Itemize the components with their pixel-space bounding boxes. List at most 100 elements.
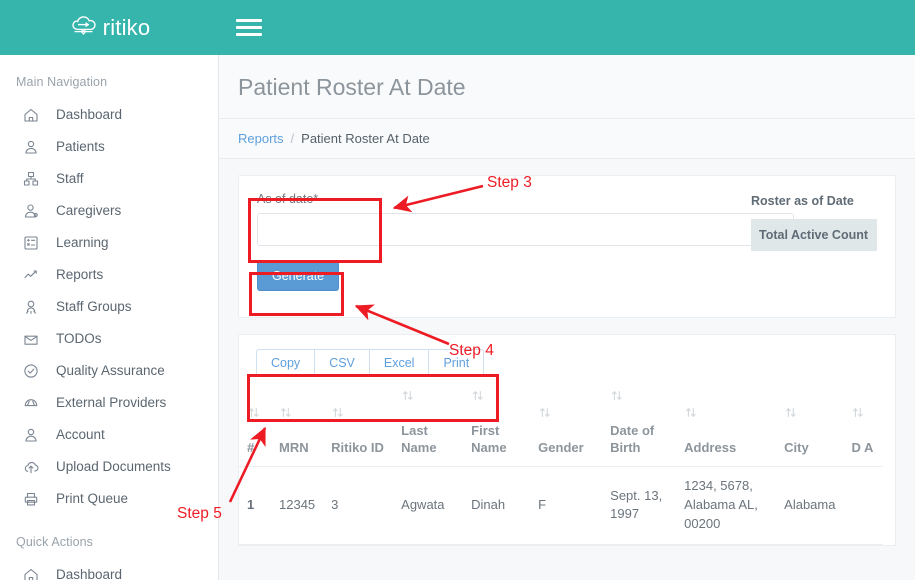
home-icon <box>22 566 44 580</box>
trend-line-icon <box>22 266 44 284</box>
table-column-header[interactable]: Last Name <box>393 387 463 466</box>
sort-updown-icon <box>401 389 455 403</box>
sidebar-item-label: Caregivers <box>56 204 121 218</box>
sort-updown-icon <box>538 406 594 420</box>
table-column-header[interactable]: City <box>776 387 843 466</box>
home-icon <box>22 106 44 124</box>
breadcrumb-separator: / <box>291 131 295 146</box>
export-button-excel[interactable]: Excel <box>369 349 429 377</box>
table-cell-last <box>843 467 883 545</box>
export-button-print[interactable]: Print <box>428 349 484 377</box>
table-column-header[interactable]: Address <box>676 387 776 466</box>
table-column-label: City <box>784 440 809 455</box>
sidebar-item-label: Dashboard <box>56 108 122 122</box>
sidebar-item-dashboard[interactable]: Dashboard <box>0 99 218 131</box>
table-column-label: Last Name <box>401 423 436 455</box>
table-column-header[interactable]: Gender <box>530 387 602 466</box>
table-cell-last-name: Agwata <box>393 467 463 545</box>
as-of-date-input[interactable] <box>257 213 794 246</box>
inbox-icon <box>22 330 44 348</box>
top-navigation-bar: ritiko <box>0 0 915 55</box>
filter-form: As of date* Generate <box>257 192 737 291</box>
sidebar-item-todos[interactable]: TODOs <box>0 323 218 355</box>
table-column-label: D A <box>851 440 873 455</box>
roster-summary-title: Roster as of Date <box>751 194 877 208</box>
table-column-header[interactable]: # <box>239 387 271 466</box>
sidebar-item-label: Dashboard <box>56 568 122 580</box>
sidebar-item-account[interactable]: Account <box>0 419 218 451</box>
table-column-label: Date of Birth <box>610 423 654 455</box>
hamburger-line <box>236 33 262 36</box>
sidebar-main-list: Dashboard PatientsStaff Caregivers Learning… <box>0 99 218 515</box>
hamburger-line <box>236 19 262 22</box>
export-button-copy[interactable]: Copy <box>256 349 314 377</box>
sidebar-item-print-queue[interactable]: Print Queue <box>0 483 218 515</box>
sidebar-quick-list: DashboardLogout <box>0 559 218 580</box>
breadcrumb-current: Patient Roster At Date <box>301 131 430 146</box>
page-title: Patient Roster At Date <box>238 75 896 100</box>
application-root: ritiko Main Navigation Dashboard Patients… <box>0 0 915 580</box>
table-column-header[interactable]: Date of Birth <box>602 387 676 466</box>
providers-icon <box>22 394 44 412</box>
hamburger-menu-icon[interactable] <box>236 15 262 41</box>
page-header: Patient Roster At Date <box>219 55 915 119</box>
roster-summary: Roster as of Date Total Active Count <box>737 192 877 291</box>
breadcrumb-link-reports[interactable]: Reports <box>238 131 284 146</box>
table-cell-ritiko-id[interactable]: 3 <box>323 467 393 545</box>
roster-table-card: CopyCSVExcelPrint # MRN Ritiko ID Last Name… <box>238 334 896 545</box>
as-of-date-label: As of date* <box>257 192 737 206</box>
export-button-csv[interactable]: CSV <box>314 349 369 377</box>
generate-button[interactable]: Generate <box>257 261 339 291</box>
sidebar-item-external-providers[interactable]: External Providers <box>0 387 218 419</box>
table-column-label: Gender <box>538 440 584 455</box>
sort-updown-icon <box>684 406 768 420</box>
table-cell-dob: Sept. 13, 1997 <box>602 467 676 545</box>
sidebar-item-label: Reports <box>56 268 103 282</box>
brand-logo[interactable]: ritiko <box>0 0 219 55</box>
cloud-upload-icon <box>22 458 44 476</box>
sidebar-item-caregivers[interactable]: Caregivers <box>0 195 218 227</box>
sort-updown-icon <box>331 406 385 420</box>
printer-icon <box>22 490 44 508</box>
sidebar-item-patients[interactable]: Patients <box>0 131 218 163</box>
table-column-header[interactable]: Ritiko ID <box>323 387 393 466</box>
table-cell-first-name: Dinah <box>463 467 530 545</box>
table-column-label: First Name <box>471 423 506 455</box>
sidebar-section-main-navigation: Main Navigation <box>0 55 218 99</box>
table-column-label: Address <box>684 440 736 455</box>
brand-name: ritiko <box>103 17 151 39</box>
patient-icon <box>22 138 44 156</box>
table-header: # MRN Ritiko ID Last Name First Name Gender Da… <box>239 387 883 466</box>
sidebar-item-label: External Providers <box>56 396 166 410</box>
total-active-count-label: Total Active Count <box>751 219 877 251</box>
table-row[interactable]: 1123453AgwataDinahFSept. 13, 19971234, 5… <box>239 467 883 545</box>
table-column-header[interactable]: D A <box>843 387 883 466</box>
table-column-header[interactable]: MRN <box>271 387 323 466</box>
sidebar-item-label: Quality Assurance <box>56 364 165 378</box>
sidebar-item-label: Learning <box>56 236 109 250</box>
sidebar-item-staff-groups[interactable]: Staff Groups <box>0 291 218 323</box>
sidebar-item-label: Print Queue <box>56 492 128 506</box>
sidebar-item-staff[interactable]: Staff <box>0 163 218 195</box>
main-content: Patient Roster At Date Reports / Patient… <box>219 55 915 580</box>
patient-roster-table: # MRN Ritiko ID Last Name First Name Gender Da… <box>239 387 883 544</box>
table-column-header[interactable]: First Name <box>463 387 530 466</box>
table-cell-address: 1234, 5678, Alabama AL, 00200 <box>676 467 776 545</box>
sidebar-item-dashboard[interactable]: Dashboard <box>0 559 218 580</box>
sidebar-item-upload-documents[interactable]: Upload Documents <box>0 451 218 483</box>
breadcrumb: Reports / Patient Roster At Date <box>219 119 915 159</box>
table-column-label: # <box>247 440 254 455</box>
caregiver-icon <box>22 202 44 220</box>
sidebar-item-label: Staff Groups <box>56 300 132 314</box>
sort-updown-icon <box>471 389 522 403</box>
table-column-label: Ritiko ID <box>331 440 384 455</box>
sidebar-item-reports[interactable]: Reports <box>0 259 218 291</box>
sidebar-item-learning[interactable]: Learning <box>0 227 218 259</box>
sort-updown-icon <box>784 406 835 420</box>
hamburger-line <box>236 26 262 29</box>
sidebar-item-label: Upload Documents <box>56 460 171 474</box>
learning-board-icon <box>22 234 44 252</box>
sidebar: Main Navigation Dashboard PatientsStaff Ca… <box>0 55 219 580</box>
user-icon <box>22 426 44 444</box>
sidebar-item-quality-assurance[interactable]: Quality Assurance <box>0 355 218 387</box>
